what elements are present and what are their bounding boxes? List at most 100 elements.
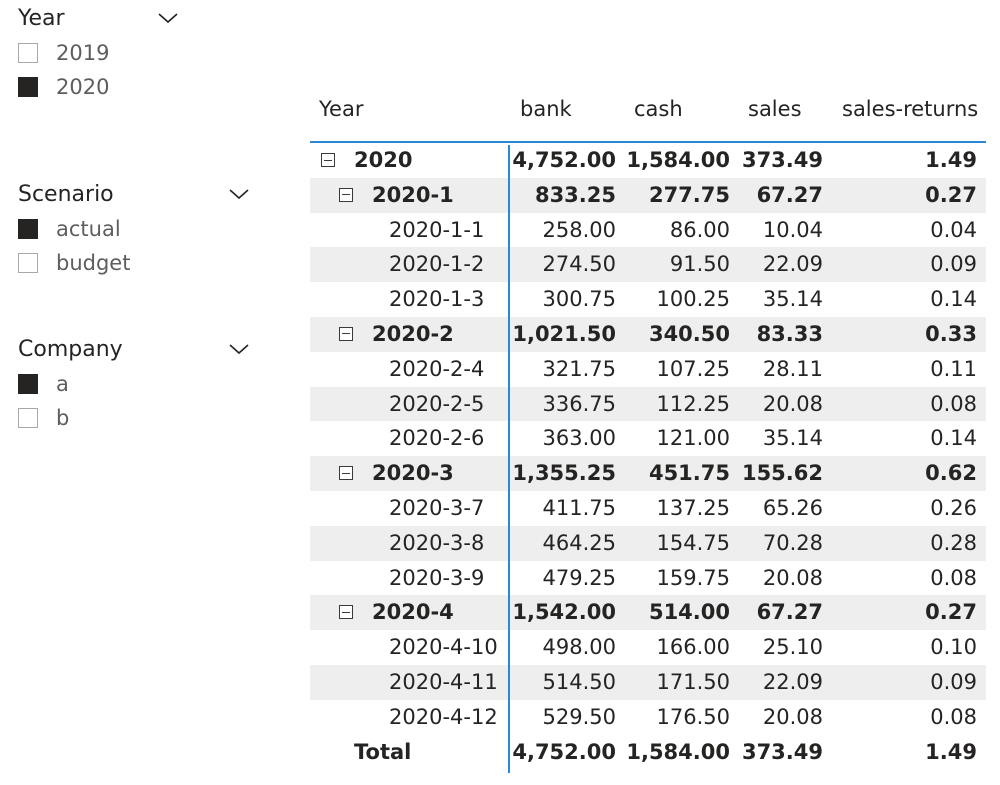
row-label: 2020-1 xyxy=(372,182,454,207)
matrix-row-quarter: 2020-4 1,542.00 514.00 67.27 0.27 xyxy=(310,595,986,631)
cell-sales: 65.26 xyxy=(762,495,823,520)
year-option-2019[interactable]: 2019 xyxy=(18,36,258,70)
checkbox-checked[interactable] xyxy=(18,374,38,394)
column-header-year[interactable]: Year xyxy=(319,97,363,121)
cell-bank: 1,021.50 xyxy=(512,321,616,346)
cell-sales-returns: 0.08 xyxy=(930,704,977,729)
column-header-sales[interactable]: sales xyxy=(748,97,802,121)
cell-sales-returns: 0.14 xyxy=(930,426,977,451)
row-header-divider xyxy=(508,145,510,773)
checkbox-checked[interactable] xyxy=(18,219,38,239)
row-label: 2020-1-2 xyxy=(389,252,485,277)
row-label: 2020-2-4 xyxy=(389,356,485,381)
matrix-row-month: 2020-2-5 336.75 112.25 20.08 0.08 xyxy=(310,386,986,422)
cell-sales-returns: 1.49 xyxy=(925,148,977,172)
cell-cash: 1,584.00 xyxy=(626,739,730,764)
cell-bank: 1,355.25 xyxy=(512,461,616,486)
company-option-label: a xyxy=(56,372,69,396)
cell-cash: 514.00 xyxy=(648,600,730,625)
scenario-option-label: actual xyxy=(56,217,121,241)
checkbox-unchecked[interactable] xyxy=(18,43,38,63)
cell-sales: 22.09 xyxy=(762,252,823,277)
checkbox-checked[interactable] xyxy=(18,77,38,97)
matrix-row-month: 2020-1-1 258.00 86.00 10.04 0.04 xyxy=(310,213,986,248)
cell-sales-returns: 0.28 xyxy=(930,530,977,555)
year-option-2020[interactable]: 2020 xyxy=(18,70,258,104)
scenario-option-budget[interactable]: budget xyxy=(18,246,258,280)
cell-sales-returns: 0.62 xyxy=(925,461,977,486)
company-option-a[interactable]: a xyxy=(18,367,258,401)
cell-sales-returns: 0.09 xyxy=(930,669,977,694)
row-label: 2020-2 xyxy=(372,321,454,346)
cell-bank: 498.00 xyxy=(542,635,616,660)
cell-bank: 833.25 xyxy=(534,182,616,207)
row-label: 2020-2-6 xyxy=(389,426,485,451)
matrix-row-month: 2020-4-10 498.00 166.00 25.10 0.10 xyxy=(310,630,986,665)
cell-sales: 20.08 xyxy=(762,565,823,590)
collapse-icon[interactable] xyxy=(339,326,353,341)
cell-bank: 274.50 xyxy=(542,252,616,277)
checkbox-unchecked[interactable] xyxy=(18,408,38,428)
chevron-down-icon[interactable] xyxy=(229,187,249,201)
total-label: Total xyxy=(354,739,412,764)
matrix-row-month: 2020-1-2 274.50 91.50 22.09 0.09 xyxy=(310,247,986,283)
matrix-row-quarter: 2020-1 833.25 277.75 67.27 0.27 xyxy=(310,177,986,213)
row-label: 2020-4-11 xyxy=(389,669,498,694)
cell-sales: 155.62 xyxy=(741,461,823,486)
cell-sales-returns: 0.14 xyxy=(930,287,977,312)
matrix-row-month: 2020-4-12 529.50 176.50 20.08 0.08 xyxy=(310,700,986,735)
cell-cash: 1,584.00 xyxy=(626,148,730,172)
collapse-icon[interactable] xyxy=(321,153,335,167)
cell-sales-returns: 0.10 xyxy=(930,635,977,660)
cell-cash: 107.25 xyxy=(656,356,730,381)
matrix-header-row: Year bank cash sales sales-returns xyxy=(310,93,986,143)
cell-bank: 363.00 xyxy=(542,426,616,451)
chevron-down-icon[interactable] xyxy=(158,11,178,25)
row-label: 2020-3 xyxy=(372,461,454,486)
cell-sales: 28.11 xyxy=(762,356,823,381)
matrix-row-quarter: 2020-3 1,355.25 451.75 155.62 0.62 xyxy=(310,456,986,491)
checkbox-unchecked[interactable] xyxy=(18,253,38,273)
cell-cash: 121.00 xyxy=(656,426,730,451)
scenario-option-label: budget xyxy=(56,251,131,275)
cell-cash: 166.00 xyxy=(656,635,730,660)
collapse-icon[interactable] xyxy=(339,466,353,481)
cell-cash: 171.50 xyxy=(656,669,730,694)
cell-cash: 137.25 xyxy=(656,495,730,520)
year-slicer: Year 2019 2020 xyxy=(18,2,258,104)
row-label: 2020-3-8 xyxy=(389,530,485,555)
cell-bank: 411.75 xyxy=(542,495,616,520)
cell-cash: 100.25 xyxy=(656,287,730,312)
matrix-row-month: 2020-2-6 363.00 121.00 35.14 0.14 xyxy=(310,421,986,456)
cell-cash: 340.50 xyxy=(648,321,730,346)
company-slicer-title: Company xyxy=(18,337,123,362)
row-label: 2020-3-9 xyxy=(389,565,485,590)
column-header-cash[interactable]: cash xyxy=(634,97,683,121)
matrix-row-year: 2020 4,752.00 1,584.00 373.49 1.49 xyxy=(310,143,986,178)
row-label: 2020-1-3 xyxy=(389,287,485,312)
cell-cash: 112.25 xyxy=(656,391,730,416)
year-slicer-header: Year xyxy=(18,2,258,36)
cell-sales-returns: 0.08 xyxy=(930,565,977,590)
cell-bank: 258.00 xyxy=(542,217,616,242)
matrix-row-month: 2020-4-11 514.50 171.50 22.09 0.09 xyxy=(310,664,986,700)
cell-sales-returns: 0.27 xyxy=(925,182,977,207)
company-option-b[interactable]: b xyxy=(18,401,258,435)
chevron-down-icon[interactable] xyxy=(229,342,249,356)
collapse-icon[interactable] xyxy=(339,187,353,202)
collapse-icon[interactable] xyxy=(339,605,353,620)
cell-bank: 514.50 xyxy=(542,669,616,694)
scenario-option-actual[interactable]: actual xyxy=(18,212,258,246)
matrix-row-quarter: 2020-2 1,021.50 340.50 83.33 0.33 xyxy=(310,316,986,352)
column-header-sales-returns[interactable]: sales-returns xyxy=(842,97,978,121)
cell-cash: 86.00 xyxy=(669,217,730,242)
scenario-slicer-header: Scenario xyxy=(18,178,258,212)
cell-sales: 67.27 xyxy=(756,600,823,625)
column-header-bank[interactable]: bank xyxy=(520,97,572,121)
row-label: 2020-4 xyxy=(372,600,454,625)
matrix-visual: Year bank cash sales sales-returns 2020 … xyxy=(310,93,986,773)
cell-bank: 479.25 xyxy=(542,565,616,590)
cell-cash: 154.75 xyxy=(656,530,730,555)
cell-bank: 321.75 xyxy=(542,356,616,381)
cell-sales-returns: 0.09 xyxy=(930,252,977,277)
